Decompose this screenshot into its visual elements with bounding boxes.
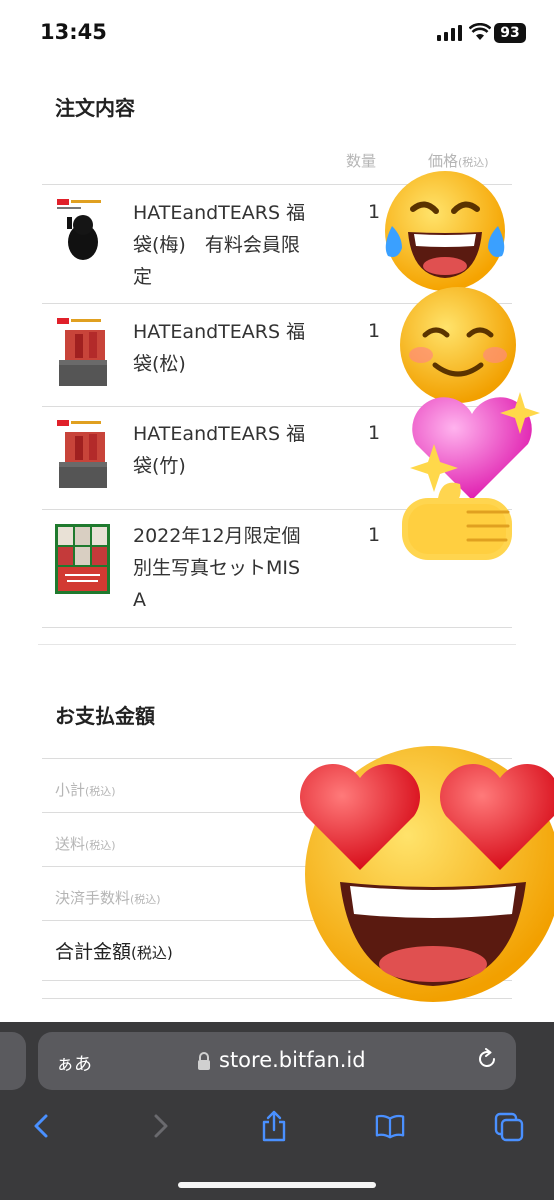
- battery-indicator: 93: [494, 23, 526, 43]
- home-indicator[interactable]: [178, 1182, 376, 1188]
- product-thumbnail[interactable]: [55, 316, 110, 390]
- text-size-button[interactable]: ぁあ: [56, 1050, 92, 1076]
- smiling-face-emoji-sticker: [400, 287, 516, 403]
- tabs-icon[interactable]: [494, 1110, 524, 1142]
- item-name[interactable]: 2022年12月限定個別生写真セットMISA: [133, 520, 308, 616]
- signal-icon: [437, 25, 462, 41]
- shipping-label: 送料(税込): [55, 835, 116, 853]
- item-quantity: 1: [368, 320, 381, 342]
- item-quantity: 1: [368, 422, 381, 444]
- thumbs-up-emoji-sticker: [402, 482, 512, 560]
- total-label: 合計金額(税込): [55, 941, 173, 963]
- bookmarks-icon[interactable]: [375, 1110, 405, 1142]
- wifi-icon: [469, 23, 491, 40]
- order-section-title: 注文内容: [55, 96, 135, 120]
- section-divider: [38, 644, 516, 645]
- previous-tab-url-bar[interactable]: [0, 1032, 26, 1090]
- laughing-crying-emoji-sticker: [385, 171, 505, 291]
- lock-icon: [198, 1052, 210, 1070]
- item-name[interactable]: HATEandTEARS 福袋(梅) 有料会員限定: [133, 197, 308, 293]
- product-thumbnail[interactable]: [55, 524, 110, 594]
- forward-icon[interactable]: [146, 1110, 176, 1142]
- status-time: 13:45: [40, 20, 107, 44]
- item-quantity: 1: [368, 524, 381, 546]
- heart-eyes-emoji-sticker: [300, 746, 554, 1002]
- column-header-quantity: 数量: [346, 152, 377, 170]
- fee-label: 決済手数料(税込): [55, 889, 161, 907]
- share-icon[interactable]: [259, 1110, 289, 1142]
- reload-icon[interactable]: [476, 1048, 498, 1070]
- divider: [42, 627, 512, 628]
- product-thumbnail[interactable]: [55, 197, 110, 267]
- item-name[interactable]: HATEandTEARS 福袋(松): [133, 316, 308, 380]
- url-domain[interactable]: store.bitfan.id: [219, 1048, 366, 1072]
- subtotal-label: 小計(税込): [55, 781, 116, 799]
- product-thumbnail[interactable]: [55, 418, 110, 492]
- payment-section-title: お支払金額: [55, 704, 155, 728]
- status-bar: 13:45 93: [0, 0, 554, 66]
- item-name[interactable]: HATEandTEARS 福袋(竹): [133, 418, 308, 482]
- back-icon[interactable]: [28, 1110, 58, 1142]
